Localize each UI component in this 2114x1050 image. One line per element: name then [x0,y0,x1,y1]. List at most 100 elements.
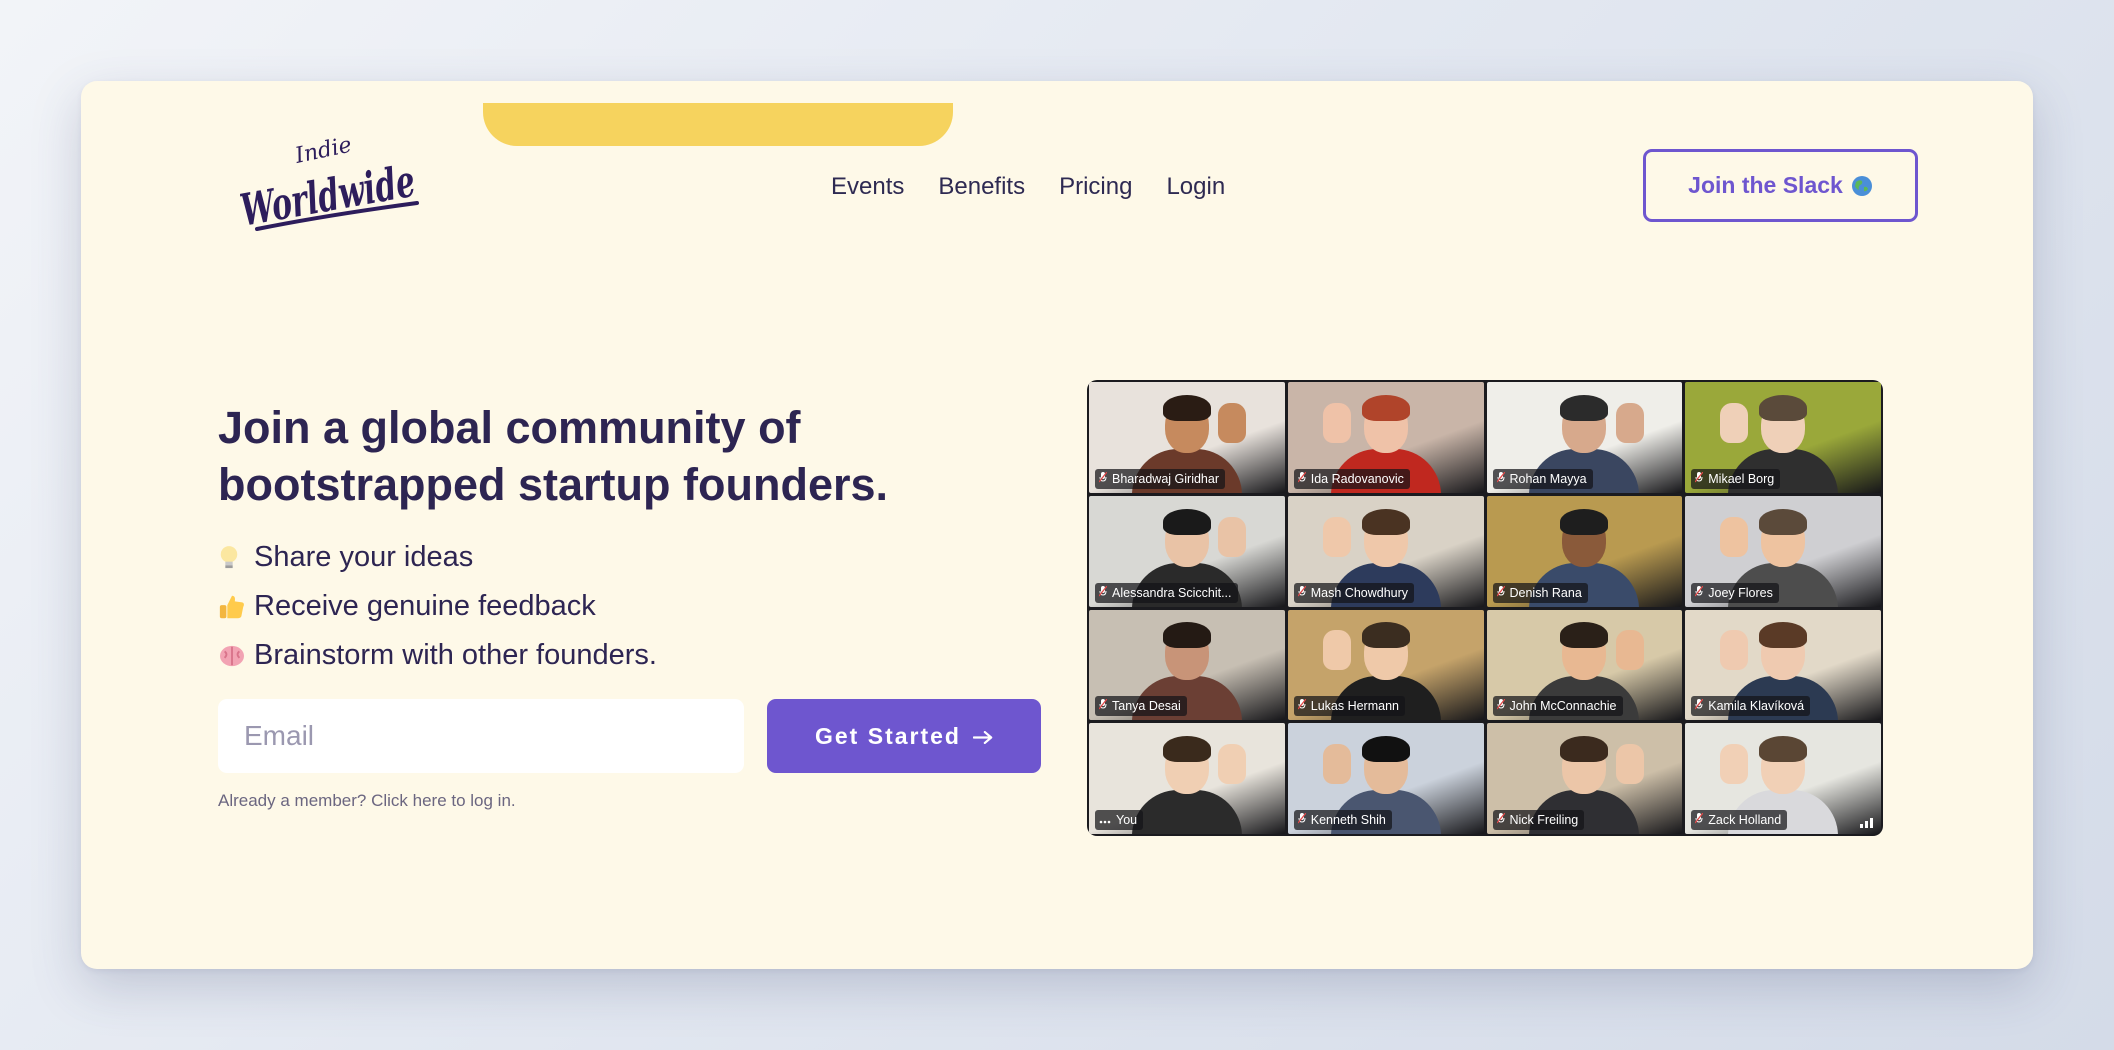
muted-mic-icon [1496,585,1505,600]
participant-video [1361,622,1410,649]
indie-worldwide-logo: Indie Worldwide [237,133,419,237]
nav-login[interactable]: Login [1166,173,1225,201]
thumbs-up-icon [218,593,254,621]
participant-name: John McConnachie [1509,699,1617,714]
login-link[interactable]: Already a member? Click here to log in. [218,791,516,811]
participant-name-tag: Tanya Desai [1095,696,1187,717]
benefit-item: Receive genuine feedback [218,582,657,631]
participant-name-tag: Nick Freiling [1492,810,1585,830]
video-tile[interactable]: Zack Holland [1685,723,1881,834]
email-input[interactable] [218,699,744,773]
participant-name: Nick Freiling [1509,813,1579,827]
video-tile[interactable]: Kenneth Shih [1287,723,1484,834]
participant-video [1720,744,1749,784]
participant-video [1560,394,1609,421]
video-tile[interactable]: Denish Rana [1486,495,1683,607]
muted-mic-icon [1297,813,1306,827]
participant-name-tag: You [1095,810,1144,830]
video-tile[interactable]: You [1089,723,1285,834]
globe-icon [1851,175,1873,197]
video-tile[interactable]: Rohan Mayya [1486,382,1683,493]
participant-video [1560,622,1609,649]
participant-name-tag: Kenneth Shih [1293,810,1392,830]
participant-video [1162,622,1211,649]
decorative-tab [483,103,953,146]
hero-headline: Join a global community of bootstrapped … [218,399,1018,513]
participant-video [1162,508,1211,535]
participant-video [1720,516,1749,557]
muted-mic-icon [1496,699,1505,713]
participant-name: Alessandra Scicchit... [1112,585,1232,600]
participant-video [1720,402,1749,443]
participant-name: Tanya Desai [1112,699,1181,714]
brain-icon [218,644,254,668]
participant-video [1759,622,1808,649]
benefit-text: Receive genuine feedback [254,590,596,622]
svg-text:Indie: Indie [292,133,354,169]
video-tile[interactable]: Mikael Borg [1685,382,1881,493]
participant-name-tag: Joey Flores [1691,582,1779,603]
video-tile[interactable]: Mash Chowdhury [1287,495,1484,607]
participant-name: Mikael Borg [1708,471,1775,486]
participant-name: Joey Flores [1708,585,1773,600]
more-dots-icon [1099,813,1111,827]
participant-name: You [1116,813,1138,827]
logo[interactable]: Indie Worldwide [237,133,427,243]
video-tile[interactable]: Alessandra Scicchit... [1089,495,1285,607]
participant-name: Ida Radovanovic [1310,471,1404,486]
participant-name-tag: Bharadwaj Giridhar [1095,468,1225,489]
join-slack-button[interactable]: Join the Slack [1643,149,1918,222]
participant-name: Denish Rana [1509,585,1582,600]
participant-video [1322,402,1351,443]
participant-name-tag: Kamila Klavíková [1691,696,1811,717]
participant-video [1560,736,1609,762]
participant-name-tag: Lukas Hermann [1293,696,1405,717]
svg-text:Worldwide: Worldwide [237,156,419,237]
benefit-text: Share your ideas [254,541,474,573]
participant-video [1615,744,1644,784]
video-tile[interactable]: Joey Flores [1685,495,1881,607]
participant-name-tag: Denish Rana [1492,582,1588,603]
benefit-item: Share your ideas [218,533,657,582]
video-tile[interactable]: Tanya Desai [1089,609,1285,721]
participant-name-tag: Zack Holland [1691,810,1788,830]
muted-mic-icon [1695,813,1704,827]
participant-name: Mash Chowdhury [1310,585,1409,600]
participant-name: Bharadwaj Giridhar [1112,471,1219,486]
join-slack-label: Join the Slack [1688,172,1843,198]
nav-pricing[interactable]: Pricing [1059,173,1132,201]
participant-name-tag: Alessandra Scicchit... [1095,582,1238,603]
participant-name: Zack Holland [1708,813,1782,827]
video-tile[interactable]: John McConnachie [1486,609,1683,721]
nav-benefits[interactable]: Benefits [938,173,1025,201]
participant-name-tag: John McConnachie [1492,696,1623,717]
get-started-button[interactable]: Get Started [767,699,1041,773]
video-tile[interactable]: Ida Radovanovic [1287,382,1484,493]
page-card: Indie Worldwide Events Benefits Pricing … [81,81,2033,969]
participant-video [1218,744,1247,784]
participant-name: Rohan Mayya [1509,471,1587,486]
participant-video [1322,744,1351,784]
video-tile[interactable]: Nick Freiling [1486,723,1683,834]
participant-name: Kamila Klavíková [1708,699,1805,714]
video-tile[interactable]: Lukas Hermann [1287,609,1484,721]
muted-mic-icon [1099,699,1107,713]
video-tile[interactable]: Kamila Klavíková [1685,609,1881,721]
benefit-item: Brainstorm with other founders. [218,631,657,680]
lightbulb-icon [218,544,254,572]
video-tile[interactable]: Bharadwaj Giridhar [1089,382,1285,493]
nav-events[interactable]: Events [831,173,904,201]
participant-name: Kenneth Shih [1310,813,1386,827]
muted-mic-icon [1695,471,1704,486]
participant-video [1361,508,1410,535]
participant-name-tag: Mikael Borg [1691,468,1781,489]
participant-video [1560,508,1609,535]
muted-mic-icon [1297,471,1306,486]
participant-name-tag: Ida Radovanovic [1293,468,1410,489]
arrow-right-icon [972,723,993,750]
benefit-list: Share your ideas Receive genuine feedbac… [218,533,657,680]
muted-mic-icon [1695,699,1704,713]
muted-mic-icon [1099,585,1107,600]
participant-video [1615,630,1644,671]
participant-name-tag: Mash Chowdhury [1293,582,1415,603]
